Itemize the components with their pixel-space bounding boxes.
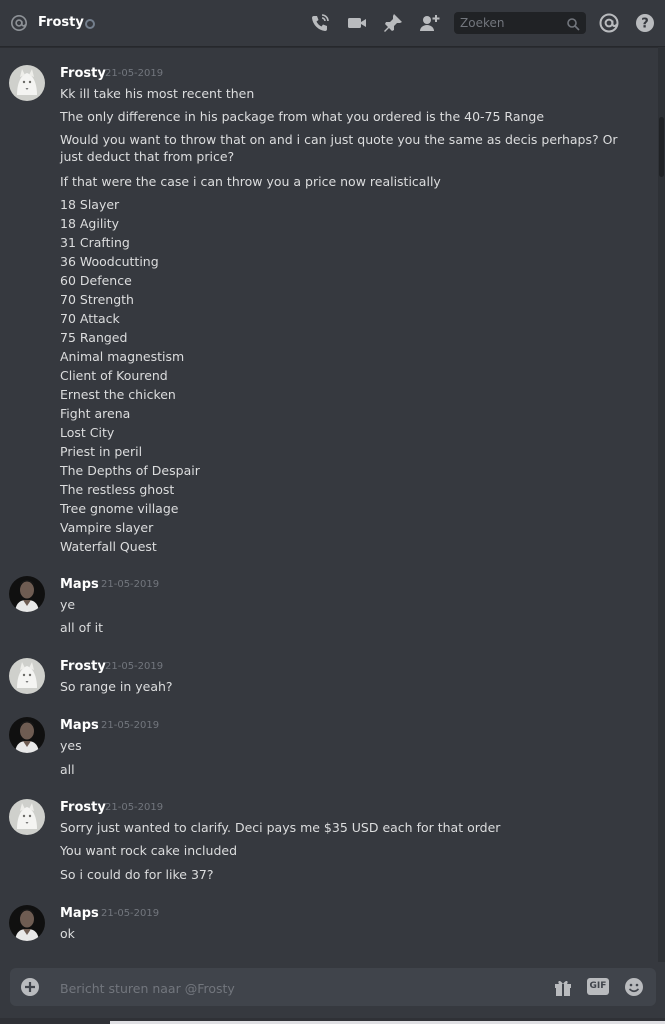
status-offline-icon bbox=[85, 19, 95, 29]
timestamp: 21-05-2019 bbox=[105, 802, 164, 813]
message-text: So range in yeah? bbox=[60, 679, 173, 694]
message-text: Tree gnome village bbox=[60, 501, 179, 516]
svg-text:?: ? bbox=[641, 17, 649, 32]
gif-icon[interactable]: GIF bbox=[587, 978, 609, 995]
message-text: If that were the case i can throw you a … bbox=[60, 174, 441, 189]
search-input[interactable] bbox=[454, 12, 564, 34]
white-wolf-avatar-icon bbox=[9, 799, 45, 835]
username[interactable]: Maps bbox=[60, 905, 99, 922]
dark-portrait-avatar-icon bbox=[9, 905, 45, 941]
avatar[interactable] bbox=[9, 905, 45, 941]
phone-call-icon[interactable] bbox=[309, 12, 331, 34]
white-wolf-avatar-icon bbox=[9, 65, 45, 101]
message-text: 70 Strength bbox=[60, 292, 134, 307]
scrollbar[interactable] bbox=[658, 47, 665, 962]
username[interactable]: Frosty bbox=[60, 799, 106, 816]
plus-circle-icon[interactable] bbox=[20, 977, 40, 997]
channel-name: Frosty bbox=[38, 15, 84, 30]
username[interactable]: Maps bbox=[60, 717, 99, 734]
message-text: Lost City bbox=[60, 425, 115, 440]
at-icon bbox=[10, 14, 28, 32]
timestamp: 21-05-2019 bbox=[101, 579, 160, 590]
message-text: So i could do for like 37? bbox=[60, 867, 214, 882]
message-text: 18 Agility bbox=[60, 216, 120, 231]
message-text: Animal magnestism bbox=[60, 349, 185, 364]
dark-portrait-avatar-icon bbox=[9, 576, 45, 612]
message-text: The Depths of Despair bbox=[60, 463, 200, 478]
bottom-strip bbox=[0, 1018, 665, 1024]
emoji-icon[interactable] bbox=[623, 977, 645, 997]
avatar[interactable] bbox=[9, 576, 45, 612]
message-text: Waterfall Quest bbox=[60, 539, 157, 554]
timestamp: 21-05-2019 bbox=[105, 68, 164, 79]
message-list: Frosty 21-05-2019 Kk ill take his most r… bbox=[0, 47, 658, 962]
message-text: The only difference in his package from … bbox=[60, 109, 545, 124]
message-text: You want rock cake included bbox=[60, 843, 238, 858]
timestamp: 21-05-2019 bbox=[101, 908, 160, 919]
gift-icon[interactable] bbox=[552, 977, 574, 997]
message-text: yes bbox=[60, 738, 82, 753]
composer-area: GIF bbox=[0, 962, 665, 1024]
message-text: all bbox=[60, 762, 75, 777]
username[interactable]: Maps bbox=[60, 576, 99, 593]
message-text: 60 Defence bbox=[60, 273, 132, 288]
timestamp: 21-05-2019 bbox=[101, 720, 160, 731]
message-text: 31 Crafting bbox=[60, 235, 130, 250]
timestamp: 21-05-2019 bbox=[105, 661, 164, 672]
message-text: all of it bbox=[60, 620, 103, 635]
username[interactable]: Frosty bbox=[60, 65, 106, 82]
scroll-thumb[interactable] bbox=[659, 117, 664, 177]
message-composer: GIF bbox=[10, 968, 656, 1008]
message-text: Vampire slayer bbox=[60, 520, 154, 535]
message-text: The restless ghost bbox=[60, 482, 175, 497]
dark-portrait-avatar-icon bbox=[9, 717, 45, 753]
message-text: Would you want to throw that on and i ca… bbox=[60, 132, 618, 164]
help-icon[interactable]: ? bbox=[634, 12, 656, 34]
message-input[interactable] bbox=[58, 968, 542, 1008]
add-friend-icon[interactable] bbox=[419, 12, 441, 34]
message-text: 36 Woodcutting bbox=[60, 254, 159, 269]
search-box[interactable] bbox=[454, 12, 586, 34]
avatar[interactable] bbox=[9, 65, 45, 101]
message-text: ye bbox=[60, 597, 76, 612]
avatar[interactable] bbox=[9, 717, 45, 753]
white-wolf-avatar-icon bbox=[9, 658, 45, 694]
message-text: Ernest the chicken bbox=[60, 387, 176, 402]
message-text: 75 Ranged bbox=[60, 330, 128, 345]
message-text: ok bbox=[60, 926, 75, 941]
message-text: 18 Slayer bbox=[60, 197, 120, 212]
pin-icon[interactable] bbox=[382, 12, 404, 34]
message-text: Kk ill take his most recent then bbox=[60, 86, 255, 101]
avatar[interactable] bbox=[9, 799, 45, 835]
channel-header: Frosty ? bbox=[0, 0, 665, 47]
message-text: Fight arena bbox=[60, 406, 131, 421]
mention-icon[interactable] bbox=[598, 12, 620, 34]
username[interactable]: Frosty bbox=[60, 658, 106, 675]
message-text: Priest in peril bbox=[60, 444, 143, 459]
message-text: 70 Attack bbox=[60, 311, 120, 326]
video-call-icon[interactable] bbox=[346, 12, 368, 34]
search-icon bbox=[566, 16, 580, 31]
message-text: Sorry just wanted to clarify. Deci pays … bbox=[60, 820, 501, 835]
message-text: Client of Kourend bbox=[60, 368, 168, 383]
avatar[interactable] bbox=[9, 658, 45, 694]
